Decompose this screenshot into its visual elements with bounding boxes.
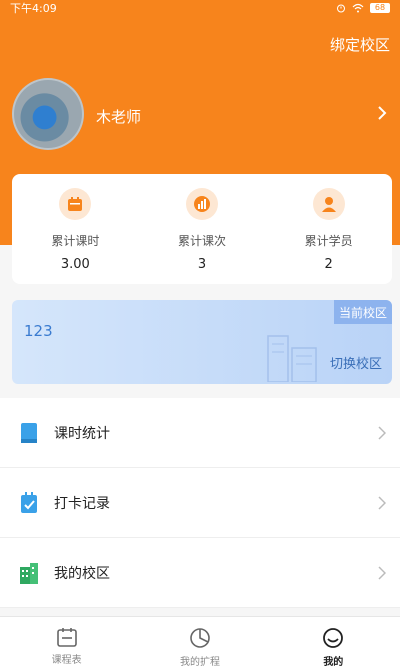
menu-item-my-campus[interactable]: 我的校区 xyxy=(0,538,400,608)
smiley-icon xyxy=(323,628,344,648)
chevron-right-icon xyxy=(378,566,386,580)
tab-label: 课程表 xyxy=(51,655,82,666)
switch-campus-button[interactable]: 切换校区 xyxy=(330,353,382,372)
campus-name: 123 xyxy=(24,322,53,340)
current-campus-badge: 当前校区 xyxy=(334,300,392,324)
menu-item-checkin-records[interactable]: 打卡记录 xyxy=(0,468,400,538)
alarm-icon xyxy=(337,4,345,13)
clipboard-check-icon xyxy=(21,491,37,513)
bar-chart-icon xyxy=(186,188,218,220)
stat-value: 2 xyxy=(324,257,333,272)
tab-me[interactable]: 我的 xyxy=(267,617,400,671)
menu-label: 我的校区 xyxy=(54,565,110,582)
menu-label: 打卡记录 xyxy=(54,495,110,512)
status-icons: 68 xyxy=(336,3,390,13)
stat-value: 3.00 xyxy=(60,257,90,272)
chevron-right-icon xyxy=(378,496,386,510)
battery-icon: 68 xyxy=(370,3,390,13)
teacher-name[interactable]: 木老师 xyxy=(96,106,141,127)
building-icon xyxy=(267,335,317,382)
tab-label: 我的扩程 xyxy=(179,657,220,668)
calendar-icon xyxy=(59,188,92,220)
menu-list: 课时统计 打卡记录 我的校区 xyxy=(0,398,400,608)
wifi-icon xyxy=(352,3,364,13)
menu-item-class-hours[interactable]: 课时统计 xyxy=(0,398,400,468)
menu-label: 课时统计 xyxy=(54,425,110,442)
pie-chart-icon xyxy=(190,628,210,648)
book-icon xyxy=(21,422,37,443)
stat-label: 累计学员 xyxy=(304,234,353,248)
bottom-tab-bar: 课程表 我的扩程 我的 xyxy=(0,616,400,671)
avatar[interactable] xyxy=(12,78,84,150)
person-icon xyxy=(312,188,345,220)
calendar-icon xyxy=(56,628,77,647)
stat-total-sessions: 累计课次 3 xyxy=(139,174,266,284)
building-icon xyxy=(20,562,38,584)
stat-value: 3 xyxy=(197,257,207,272)
chevron-right-icon xyxy=(378,426,386,440)
stat-label: 累计课次 xyxy=(178,234,227,248)
status-time: 下午4:09 xyxy=(10,2,57,15)
current-campus-card[interactable]: 123 当前校区 切换校区 xyxy=(12,300,392,384)
tab-label: 我的 xyxy=(323,657,344,668)
stat-label: 累计课时 xyxy=(51,234,100,248)
stat-total-hours: 累计课时 3.00 xyxy=(12,174,139,284)
stat-total-students: 累计学员 2 xyxy=(265,174,392,284)
status-bar: 下午4:09 68 xyxy=(0,0,400,16)
chevron-right-icon[interactable] xyxy=(376,106,388,120)
tab-my-courses[interactable]: 我的扩程 xyxy=(133,617,266,671)
bind-campus-link[interactable]: 绑定校区 xyxy=(330,34,390,55)
stats-card: 累计课时 3.00 累计课次 3 累计学员 2 xyxy=(12,174,392,284)
tab-schedule[interactable]: 课程表 xyxy=(0,617,133,671)
